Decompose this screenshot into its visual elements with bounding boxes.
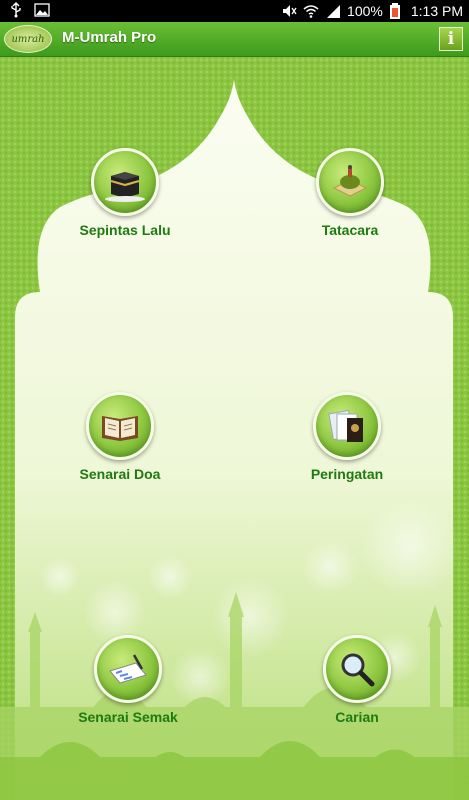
signal-icon xyxy=(325,3,341,19)
menu-item-senarai-doa[interactable]: Senarai Doa xyxy=(35,392,205,482)
usb-icon xyxy=(8,2,24,18)
menu-label: Carian xyxy=(335,709,379,725)
checklist-icon xyxy=(94,635,162,703)
status-bar: 100% 1:13 PM xyxy=(0,0,469,22)
menu-label: Sepintas Lalu xyxy=(79,222,171,238)
menu-label: Peringatan xyxy=(310,466,384,482)
menu-label: Senarai Semak xyxy=(78,709,178,725)
battery-percent: 100% xyxy=(347,3,383,19)
menu-item-sepintas-lalu[interactable]: Sepintas Lalu xyxy=(40,148,210,238)
menu-item-tatacara[interactable]: Tatacara xyxy=(265,148,435,238)
menu-item-peringatan[interactable]: Peringatan xyxy=(262,392,432,482)
kaaba-icon xyxy=(91,148,159,216)
info-button[interactable]: i xyxy=(439,27,463,51)
app-logo[interactable]: umrah xyxy=(4,25,52,53)
menu-label: Tatacara xyxy=(321,222,379,238)
info-icon: i xyxy=(447,29,455,49)
action-bar: umrah M-Umrah Pro i xyxy=(0,22,469,57)
wifi-icon xyxy=(303,3,319,19)
menu-item-carian[interactable]: Carian xyxy=(272,635,442,725)
book-icon xyxy=(86,392,154,460)
search-icon xyxy=(323,635,391,703)
prayer-mat-icon xyxy=(316,148,384,216)
menu-label: Senarai Doa xyxy=(79,466,161,482)
battery-icon xyxy=(389,3,405,19)
image-icon xyxy=(34,2,50,18)
menu-item-senarai-semak[interactable]: Senarai Semak xyxy=(43,635,213,725)
mute-icon xyxy=(281,3,297,19)
documents-icon xyxy=(313,392,381,460)
clock: 1:13 PM xyxy=(410,3,463,19)
app-title: M-Umrah Pro xyxy=(62,29,157,46)
